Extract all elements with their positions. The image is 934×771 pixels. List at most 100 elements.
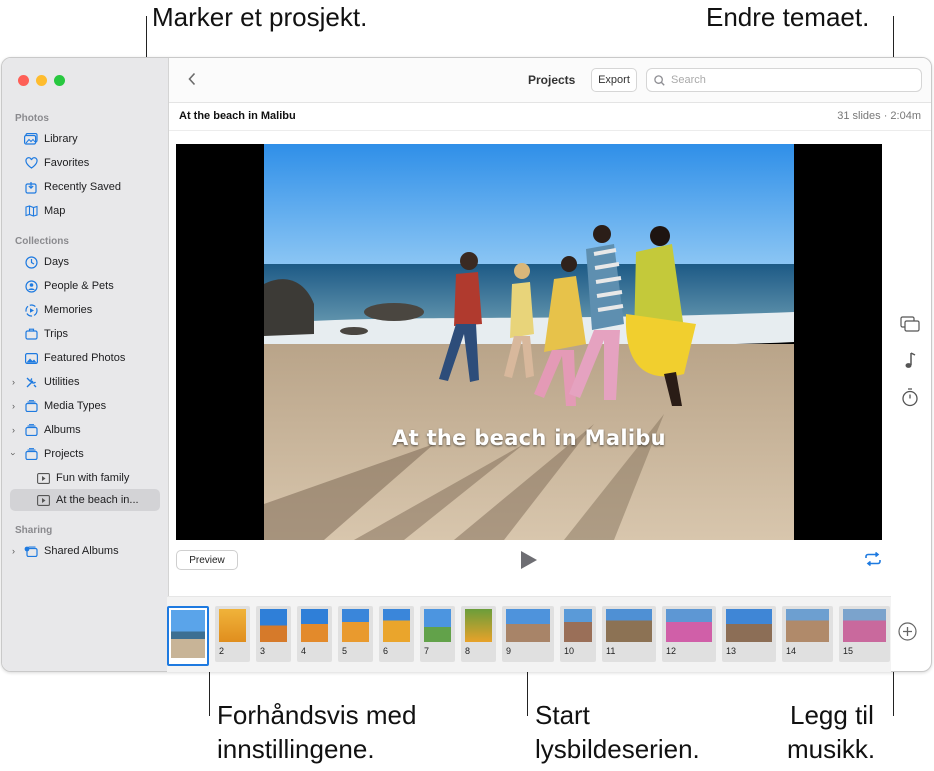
search-field[interactable]: Search [646,68,922,92]
slide-thumbnail[interactable]: 3 [256,606,291,662]
slide-number: 5 [342,646,348,656]
slide-thumbnail[interactable]: 6 [379,606,414,662]
slide-thumbnail[interactable]: 5 [338,606,373,662]
map-icon [24,204,38,218]
slide-number: 7 [424,646,430,656]
slide-viewer[interactable] [176,144,882,540]
callout-select-project: Marker et prosjekt. [152,2,368,32]
music-note-icon [905,352,916,368]
slide-number: 8 [465,646,471,656]
music-button[interactable] [903,352,917,375]
sidebar-item-featured-photos[interactable]: Featured Photos [10,347,160,369]
callout-music-1: Legg til [790,700,874,730]
sidebar-item-label: Projects [44,448,84,460]
stack-icon [24,399,38,413]
slide-thumbnail[interactable]: 4 [297,606,332,662]
callout-preview-1: Forhåndsvis med [217,700,417,730]
slide-filmstrip: 2 3 4 5 6 7 8 9 10 11 12 13 14 15 [167,596,891,672]
close-window-button[interactable] [18,75,29,86]
sidebar-item-map[interactable]: Map [10,200,160,222]
project-meta: 31 slides · 2:04m [837,110,921,122]
loop-icon [865,551,881,567]
themes-icon [900,316,920,332]
sidebar-item-label: Recently Saved [44,181,122,193]
slide-thumbnail[interactable]: 11 [602,606,656,662]
slide-number: 11 [606,646,616,656]
sidebar-item-favorites[interactable]: Favorites [10,152,160,174]
sidebar-item-fun-with-family[interactable]: Fun with family [10,467,160,489]
chevron-right-icon[interactable]: › [12,425,15,435]
sidebar-item-label: At the beach in... [56,494,139,506]
sidebar-item-recently-saved[interactable]: Recently Saved [10,176,160,198]
zoom-window-button[interactable] [54,75,65,86]
stack-icon [24,423,38,437]
slide-number: 6 [383,646,389,656]
sidebar-item-projects[interactable]: › Projects [9,443,160,465]
slide-thumbnail-image [171,610,205,658]
callout-play-1: Start [535,700,590,730]
sidebar-item-shared-albums[interactable]: › Shared Albums [10,540,160,562]
chevron-right-icon[interactable]: › [12,546,15,556]
toolbar-title: Projects [528,73,576,87]
section-header-collections: Collections [15,236,69,247]
toolbar: Projects Export Search [169,58,931,103]
slide-thumbnail[interactable]: 12 [662,606,716,662]
slide-thumbnail[interactable]: 7 [420,606,455,662]
tools-icon [24,375,38,389]
slide-number: 3 [260,646,266,656]
export-button[interactable]: Export [591,68,637,92]
duration-button[interactable] [901,388,919,412]
sidebar-item-memories[interactable]: Memories [10,299,160,321]
slideshow-icon [36,471,50,485]
sidebar-item-people-pets[interactable]: People & Pets [10,275,160,297]
sidebar-item-media-types[interactable]: › Media Types [10,395,160,417]
slide-number: 15 [843,646,854,656]
themes-button[interactable] [900,316,920,337]
play-slideshow-button[interactable] [520,550,538,575]
sidebar: Photos Library Favorites Recently Saved … [2,58,169,671]
slide-number: 12 [666,646,677,656]
sidebar-item-days[interactable]: Days [10,251,160,273]
sidebar-item-trips[interactable]: Trips [10,323,160,345]
loop-button[interactable] [864,551,882,571]
slide-number: 13 [726,646,737,656]
slide-number: 14 [786,646,797,656]
clock-icon [24,255,38,269]
preview-button[interactable]: Preview [176,550,238,570]
sidebar-item-label: Trips [44,328,69,340]
slide-thumbnail[interactable]: 10 [560,606,596,662]
slide-thumbnail[interactable]: 9 [502,606,554,662]
sidebar-item-label: Memories [44,304,93,316]
slide-thumbnail[interactable]: 13 [722,606,776,662]
sidebar-item-label: Days [44,256,70,268]
sidebar-item-at-the-beach[interactable]: At the beach in... [10,489,160,511]
chevron-down-icon[interactable]: › [9,453,19,456]
sidebar-item-utilities[interactable]: › Utilities [10,371,160,393]
sidebar-item-library[interactable]: Library [10,128,160,150]
sidebar-item-label: Favorites [44,157,90,169]
shared-album-icon [24,544,38,558]
memories-icon [24,303,38,317]
slide-thumbnail-title[interactable] [167,606,209,666]
section-header-sharing: Sharing [15,525,53,536]
chevron-right-icon[interactable]: › [12,401,15,411]
suitcase-icon [24,327,38,341]
photo-icon [24,351,38,365]
project-info-bar: At the beach in Malibu 31 slides · 2:04m [169,103,931,131]
slide-thumbnail[interactable]: 14 [782,606,833,662]
chevron-right-icon[interactable]: › [12,377,15,387]
back-button[interactable] [187,70,197,91]
search-icon [654,74,665,86]
library-icon [24,132,38,146]
slide-photo [264,144,794,540]
add-slide-button[interactable] [898,622,917,646]
slide-number: 10 [564,646,575,656]
slide-thumbnail[interactable]: 15 [839,606,890,662]
slide-thumbnail[interactable]: 8 [461,606,496,662]
person-icon [24,279,38,293]
slide-thumbnail[interactable]: 2 [215,606,250,662]
search-placeholder: Search [671,74,706,86]
sidebar-item-albums[interactable]: › Albums [10,419,160,441]
slideshow-icon [36,493,50,507]
minimize-window-button[interactable] [36,75,47,86]
